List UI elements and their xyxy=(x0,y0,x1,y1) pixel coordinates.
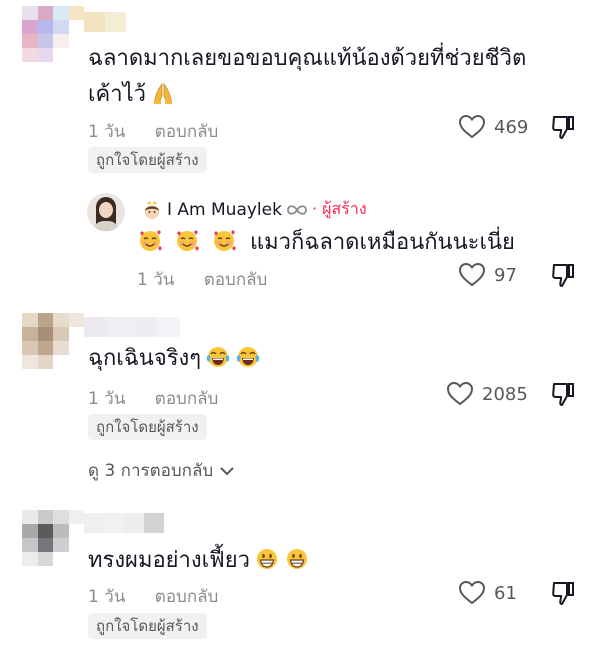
tears-of-joy-icon xyxy=(206,347,230,367)
reply-button[interactable]: ตอบกลับ xyxy=(204,270,268,290)
like-button[interactable]: 469 xyxy=(458,114,528,140)
liked-by-creator-badge: ถูกใจโดยผู้สร้าง xyxy=(88,414,207,440)
comment-text: ฉุกเฉินจริงๆ xyxy=(88,342,261,376)
username-blurred xyxy=(84,317,180,337)
thumbs-down-icon xyxy=(552,264,574,287)
reply-button[interactable]: ตอบกลับ xyxy=(155,122,219,142)
tears-of-joy-icon xyxy=(236,347,260,367)
liked-by-creator-badge: ถูกใจโดยผู้สร้าง xyxy=(88,613,207,639)
like-button[interactable]: 97 xyxy=(458,262,517,288)
comment-text: ทรงผมอย่างเฟี้ยว xyxy=(88,544,310,578)
folded-hands-icon xyxy=(154,82,173,104)
avatar[interactable] xyxy=(22,6,84,62)
thumbs-down-icon xyxy=(552,582,574,605)
heart-icon xyxy=(458,580,486,605)
like-count: 2085 xyxy=(482,383,528,405)
liked-by-creator-badge: ถูกใจโดยผู้สร้าง xyxy=(88,147,207,173)
heart-icon xyxy=(458,114,486,139)
username-blurred xyxy=(84,513,164,533)
like-count: 469 xyxy=(494,116,529,138)
creator-username[interactable]: I Am Muaylek xyxy=(167,200,282,220)
comment-text: ฉลาดมากเลยขอขอบคุณแท้น้องด้วยที่ช่วยชีวิ… xyxy=(88,46,527,71)
grinning-face-icon xyxy=(257,549,277,569)
smiling-face-with-hearts-icon xyxy=(177,230,199,251)
dislike-button[interactable] xyxy=(550,262,576,288)
grinning-face-icon xyxy=(287,549,307,569)
reply-text: แมวก็ฉลาดเหมือนกันนะเนี่ย xyxy=(137,226,515,260)
creator-avatar[interactable] xyxy=(87,193,125,231)
creator-name-row: I Am Muaylek · ผู้สร้าง xyxy=(141,197,367,222)
view-replies-label: ดู 3 การตอบกลับ xyxy=(88,461,214,481)
like-count: 61 xyxy=(494,582,517,604)
comment-text-line2: เค้าไว้ xyxy=(88,78,176,112)
creator-label: · ผู้สร้าง xyxy=(311,199,367,218)
smiling-face-with-hearts-icon xyxy=(214,230,236,251)
timestamp: 1 วัน xyxy=(88,122,126,142)
reply-button[interactable]: ตอบกลับ xyxy=(155,389,219,409)
heart-icon xyxy=(446,381,474,406)
thumbs-down-icon xyxy=(552,116,574,139)
like-button[interactable]: 2085 xyxy=(446,381,528,407)
username-blurred xyxy=(84,12,126,32)
comment-meta: 1 วัน ตอบกลับ xyxy=(88,385,218,412)
reply-meta: 1 วัน ตอบกลับ xyxy=(137,266,267,293)
heart-icon xyxy=(458,262,486,287)
avatar[interactable] xyxy=(22,313,84,369)
comment-meta: 1 วัน ตอบกลับ xyxy=(88,583,218,610)
reply-button[interactable]: ตอบกลับ xyxy=(155,587,219,607)
comment-meta: 1 วัน ตอบกลับ xyxy=(88,118,218,145)
view-replies-button[interactable]: ดู 3 การตอบกลับ xyxy=(88,457,235,484)
like-button[interactable]: 61 xyxy=(458,580,517,606)
princess-icon xyxy=(145,200,159,219)
timestamp: 1 วัน xyxy=(137,270,175,290)
avatar[interactable] xyxy=(22,510,84,566)
dislike-button[interactable] xyxy=(550,381,576,407)
infinity-icon xyxy=(287,204,307,215)
chevron-down-icon xyxy=(220,466,234,475)
smiling-face-with-hearts-icon xyxy=(140,230,162,251)
thumbs-down-icon xyxy=(552,383,574,406)
timestamp: 1 วัน xyxy=(88,587,126,607)
like-count: 97 xyxy=(494,264,517,286)
dislike-button[interactable] xyxy=(550,580,576,606)
timestamp: 1 วัน xyxy=(88,389,126,409)
dislike-button[interactable] xyxy=(550,114,576,140)
